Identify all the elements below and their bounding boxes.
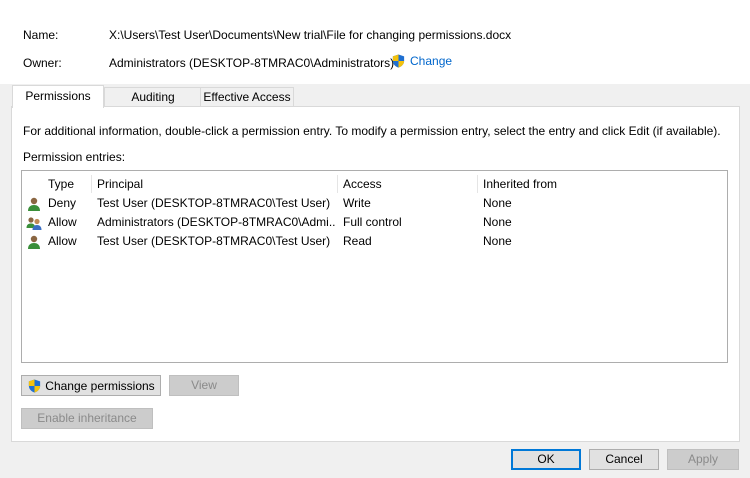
change-link-label: Change	[410, 54, 453, 68]
change-permissions-label: Change permissions	[45, 378, 155, 393]
row-access: Write	[343, 196, 371, 210]
row-type: Allow	[48, 234, 77, 248]
row-type: Deny	[48, 196, 77, 210]
tab-permissions[interactable]: Permissions	[12, 85, 104, 108]
info-text: For additional information, double-click…	[23, 124, 721, 138]
column-header-access[interactable]: Access	[338, 175, 478, 193]
file-path-value: X:\Users\Test User\Documents\New trial\F…	[109, 28, 512, 42]
tab-auditing[interactable]: Auditing	[104, 87, 202, 107]
column-header-inherited-from[interactable]: Inherited from	[478, 175, 725, 193]
row-principal: Test User (DESKTOP-8TMRAC0\Test User)	[97, 234, 331, 248]
uac-shield-icon	[29, 378, 41, 393]
name-label: Name:	[23, 28, 59, 42]
row-principal: Test User (DESKTOP-8TMRAC0\Test User)	[97, 196, 331, 210]
single-user-icon	[28, 197, 40, 211]
uac-shield-icon	[392, 54, 405, 68]
table-row[interactable]: Deny Test User (DESKTOP-8TMRAC0\Test Use…	[22, 194, 725, 213]
file-info-header: Name: X:\Users\Test User\Documents\New t…	[0, 0, 750, 84]
change-owner-link[interactable]: Change	[391, 53, 452, 69]
group-users-icon	[26, 217, 42, 230]
row-inherited-from: None	[483, 215, 512, 229]
owner-label: Owner:	[23, 56, 62, 70]
row-inherited-from: None	[483, 196, 512, 210]
ok-button[interactable]: OK	[511, 449, 581, 470]
permission-entries-label: Permission entries:	[23, 150, 126, 164]
permissions-panel: For additional information, double-click…	[11, 106, 740, 442]
tab-effective-access[interactable]: Effective Access	[200, 87, 294, 107]
cancel-button[interactable]: Cancel	[589, 449, 659, 470]
row-access: Full control	[343, 215, 402, 229]
row-inherited-from: None	[483, 234, 512, 248]
table-row[interactable]: Allow Administrators (DESKTOP-8TMRAC0\Ad…	[22, 213, 725, 232]
permission-entries-list[interactable]: Type Principal Access Inherited from Den…	[21, 170, 728, 363]
row-type: Allow	[48, 215, 77, 229]
row-access: Read	[343, 234, 372, 248]
row-principal: Administrators (DESKTOP-8TMRAC0\Admi...	[97, 215, 335, 229]
column-header-principal[interactable]: Principal	[92, 175, 338, 193]
single-user-icon	[28, 235, 40, 249]
apply-button[interactable]: Apply	[667, 449, 739, 470]
table-row[interactable]: Allow Test User (DESKTOP-8TMRAC0\Test Us…	[22, 232, 725, 251]
change-permissions-button[interactable]: Change permissions	[21, 375, 161, 396]
column-header-type[interactable]: Type	[43, 175, 92, 193]
view-button[interactable]: View	[169, 375, 239, 396]
enable-inheritance-button[interactable]: Enable inheritance	[21, 408, 153, 429]
owner-value: Administrators (DESKTOP-8TMRAC0\Administ…	[109, 56, 395, 70]
